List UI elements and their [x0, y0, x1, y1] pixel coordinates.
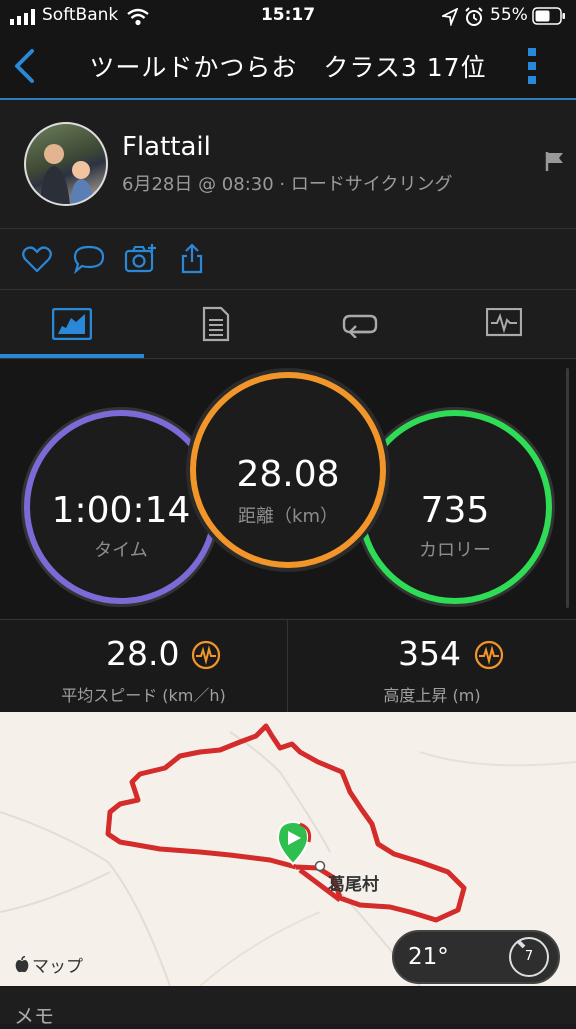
activity-pulse-icon	[191, 640, 221, 670]
page-title: ツールドかつらお クラス3 17位	[89, 53, 487, 82]
status-bar: SoftBank 15:17 55%	[0, 0, 576, 34]
time-label: タイム	[94, 540, 148, 561]
tab-stats[interactable]	[144, 290, 288, 358]
battery-icon	[532, 7, 565, 25]
calorie-ring: 735 カロリー	[358, 410, 552, 604]
tab-overview[interactable]	[0, 290, 144, 358]
tab-graphs[interactable]	[432, 290, 576, 358]
user-name[interactable]: Flattail	[122, 132, 211, 162]
like-heart-icon[interactable]	[22, 246, 52, 274]
scrollbar[interactable]	[566, 368, 569, 608]
avatar[interactable]	[24, 122, 108, 206]
overview-chart-icon	[52, 308, 92, 340]
calorie-value: 735	[420, 490, 490, 531]
avatar-photo	[40, 144, 94, 204]
laps-loop-icon	[342, 314, 378, 338]
distance-value: 28.08	[236, 454, 340, 495]
tab-selected-indicator	[0, 354, 144, 358]
location-arrow-icon	[442, 8, 458, 26]
comment-bubble-icon[interactable]	[73, 244, 105, 274]
stats-section: 1:00:14 タイム 735 カロリー 28.08 距離（km）	[0, 360, 576, 618]
activity-header: Flattail 6月28日 @ 08:30 · ロードサイクリング	[0, 100, 576, 229]
distance-label: 距離（km）	[238, 506, 338, 527]
apple-logo-icon	[15, 955, 29, 972]
tab-laps[interactable]	[288, 290, 432, 358]
memo-section[interactable]	[0, 988, 576, 1024]
weather-widget[interactable]: 21° 7	[392, 930, 560, 984]
alarm-icon	[465, 7, 483, 26]
battery-percent: 55%	[490, 5, 528, 25]
elevation-value: 354	[398, 634, 461, 673]
calorie-label: カロリー	[419, 540, 491, 561]
document-list-icon	[202, 306, 230, 342]
time-ring: 1:00:14 タイム	[24, 410, 218, 604]
activity-pulse-icon	[474, 640, 504, 670]
avg-speed-value: 28.0	[106, 634, 180, 673]
start-marker	[276, 820, 312, 866]
action-bar	[0, 229, 576, 290]
metrics-row: 28.0 平均スピード (km／h) 354 高度上昇 (m)	[0, 619, 576, 712]
tab-bar	[0, 290, 576, 359]
elevation-label: 高度上昇 (m)	[383, 686, 481, 705]
graph-monitor-icon	[486, 308, 522, 337]
map-place-label: 葛尾村	[328, 875, 379, 895]
distance-ring: 28.08 距離（km）	[190, 372, 386, 568]
memo-label: メモ	[14, 1004, 54, 1028]
map-attribution-text: マップ	[32, 957, 83, 977]
avg-speed-label: 平均スピード (km／h)	[61, 686, 226, 705]
nav-bar: ツールドかつらお クラス3 17位	[0, 34, 576, 100]
share-icon[interactable]	[180, 243, 204, 275]
temperature: 21°	[408, 944, 449, 970]
flag-icon[interactable]	[544, 150, 566, 172]
map-attribution[interactable]: マップ	[14, 952, 83, 977]
activity-meta: 6月28日 @ 08:30 · ロードサイクリング	[122, 174, 453, 195]
back-chevron-icon[interactable]	[12, 48, 36, 84]
time-value: 1:00:14	[51, 490, 191, 531]
more-vertical-icon[interactable]	[524, 46, 540, 86]
add-photo-icon[interactable]	[124, 242, 158, 274]
wind-speed: 7	[524, 949, 534, 964]
